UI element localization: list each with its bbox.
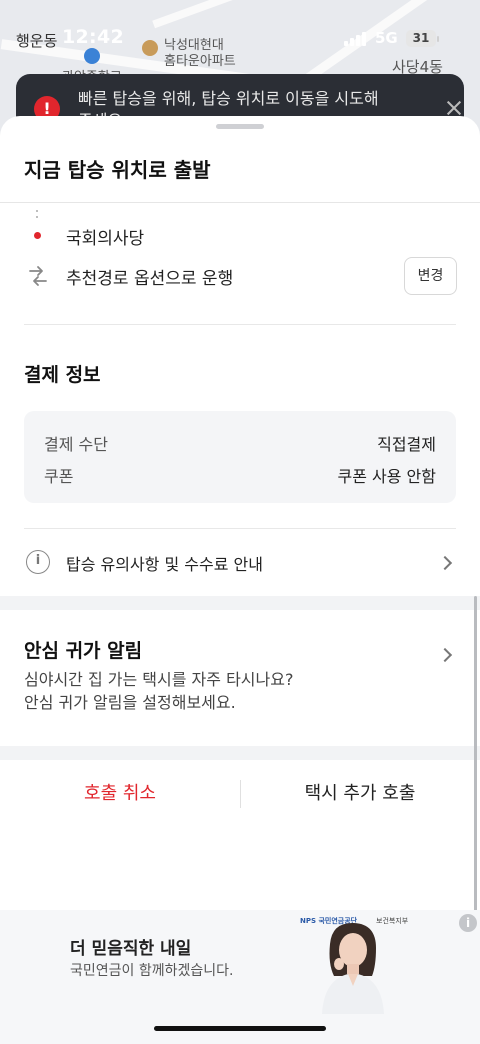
divider <box>0 202 480 203</box>
payment-info-box: 결제 수단 직접결제 쿠폰 쿠폰 사용 안함 <box>24 411 456 503</box>
network-type: 5G <box>375 29 398 47</box>
safe-return-alert-card[interactable]: 안심 귀가 알림 심야시간 집 가는 택시를 자주 타시나요? 안심 귀가 알림… <box>0 610 480 746</box>
destination-dot-icon <box>34 232 41 239</box>
ad-model-image <box>322 922 384 1014</box>
section-gap <box>0 596 480 610</box>
ad-info-icon[interactable]: i <box>459 914 477 932</box>
status-time: 12:42 <box>62 26 124 48</box>
close-icon[interactable] <box>446 100 462 116</box>
home-indicator <box>154 1026 326 1031</box>
sheet-grabber[interactable] <box>216 124 264 129</box>
sheet-title: 지금 탑승 위치로 출발 <box>24 158 211 182</box>
destination-name: 국회의사당 <box>66 229 145 249</box>
safe-return-desc-line2: 안심 귀가 알림을 설정해보세요. <box>24 693 236 712</box>
chevron-right-icon <box>437 555 453 571</box>
status-bar: 행운동 12:42 5G 31 <box>0 24 480 56</box>
divider <box>24 324 456 325</box>
battery-icon: 31 <box>406 30 436 47</box>
bottom-sheet: 지금 탑승 위치로 출발 국회의사당 추천경로 옵션으로 운행 변경 결제 정보… <box>0 116 480 1044</box>
cancel-call-button[interactable]: 호출 취소 <box>0 760 240 828</box>
ad-title: 더 믿음직한 내일 <box>70 939 192 959</box>
safe-return-description: 심야시간 집 가는 택시를 자주 타시나요? 안심 귀가 알림을 설정해보세요. <box>24 668 424 714</box>
section-gap <box>0 746 480 760</box>
action-bar: 호출 취소 택시 추가 호출 <box>0 760 480 828</box>
payment-method-label: 결제 수단 <box>44 435 108 454</box>
boarding-notice-text: 탑승 유의사항 및 수수료 안내 <box>66 555 263 574</box>
divider <box>24 528 456 529</box>
payment-section-title: 결제 정보 <box>24 364 101 386</box>
battery-tip <box>437 36 439 42</box>
boarding-notice-link[interactable]: i 탑승 유의사항 및 수수료 안내 <box>0 534 480 594</box>
coupon-value: 쿠폰 사용 안함 <box>337 467 437 486</box>
ad-banner[interactable]: 더 믿음직한 내일 국민연금이 함께하겠습니다. NPS 국민연금공단 보건복지… <box>0 910 480 1044</box>
route-connector <box>36 210 39 222</box>
info-icon: i <box>26 550 50 574</box>
map-label: 행운동 <box>16 32 58 50</box>
safe-return-title: 안심 귀가 알림 <box>24 640 143 662</box>
coupon-label: 쿠폰 <box>44 467 74 486</box>
safe-return-desc-line1: 심야시간 집 가는 택시를 자주 타시나요? <box>24 670 294 689</box>
route-option-icon <box>29 266 47 286</box>
add-taxi-call-button[interactable]: 택시 추가 호출 <box>240 760 480 828</box>
route-option-text: 추천경로 옵션으로 운행 <box>66 269 234 289</box>
change-route-button[interactable]: 변경 <box>404 257 457 295</box>
ad-subtitle: 국민연금이 함께하겠습니다. <box>70 963 234 979</box>
chevron-right-icon <box>437 647 453 663</box>
cellular-signal-icon <box>344 32 368 46</box>
payment-method-value: 직접결제 <box>377 435 436 454</box>
